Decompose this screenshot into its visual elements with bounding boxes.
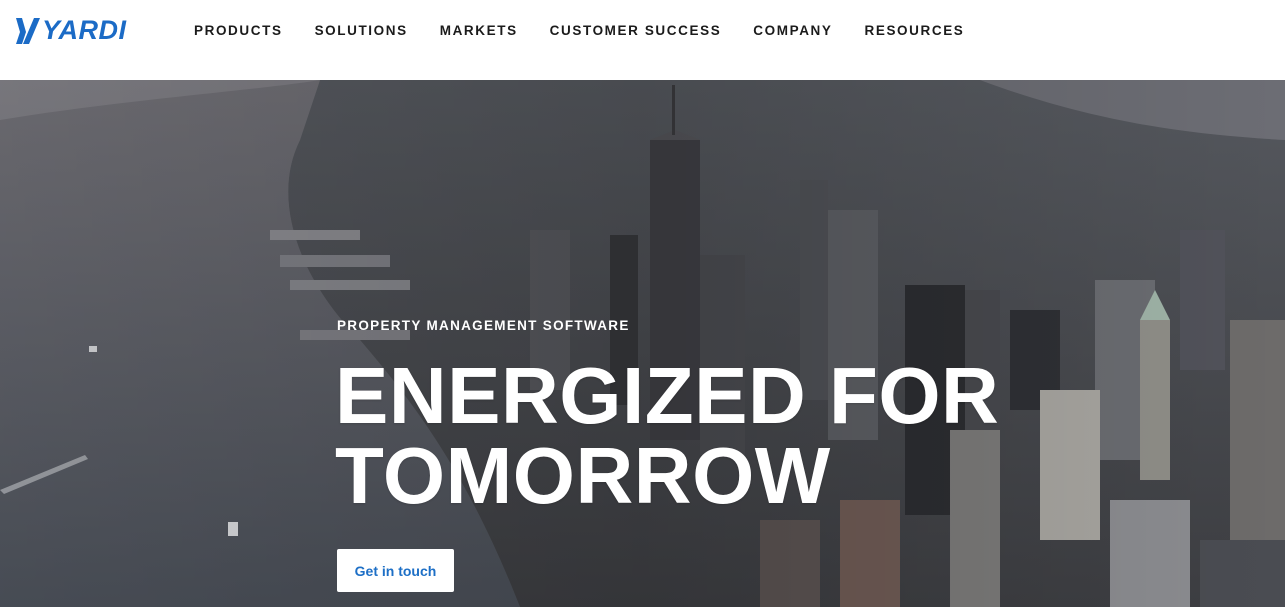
nav-item-markets[interactable]: MARKETS <box>440 22 518 40</box>
hero-headline: ENERGIZED FOR TOMORROW <box>335 356 1055 516</box>
logo-wordmark: YARDI <box>42 15 127 45</box>
hero-headline-line-1: ENERGIZED FOR <box>335 351 1000 440</box>
nav-item-resources[interactable]: RESOURCES <box>865 22 965 40</box>
city-aerial-background <box>0 80 1285 607</box>
yardi-logo[interactable]: YARDI <box>15 14 127 46</box>
yardi-logo-mark-icon <box>16 18 40 44</box>
nav-item-products[interactable]: PRODUCTS <box>194 22 283 40</box>
hero-eyebrow: PROPERTY MANAGEMENT SOFTWARE <box>337 318 630 333</box>
nav-item-solutions[interactable]: SOLUTIONS <box>315 22 408 40</box>
get-in-touch-button[interactable]: Get in touch <box>337 549 454 592</box>
nav-item-company[interactable]: COMPANY <box>753 22 832 40</box>
hero-section: PROPERTY MANAGEMENT SOFTWARE ENERGIZED F… <box>0 80 1285 607</box>
main-nav: PRODUCTS SOLUTIONS MARKETS CUSTOMER SUCC… <box>194 22 964 40</box>
nav-item-customer-success[interactable]: CUSTOMER SUCCESS <box>550 22 722 40</box>
site-header: YARDI PRODUCTS SOLUTIONS MARKETS CUSTOME… <box>0 0 1285 80</box>
hero-headline-line-2: TOMORROW <box>335 431 831 520</box>
